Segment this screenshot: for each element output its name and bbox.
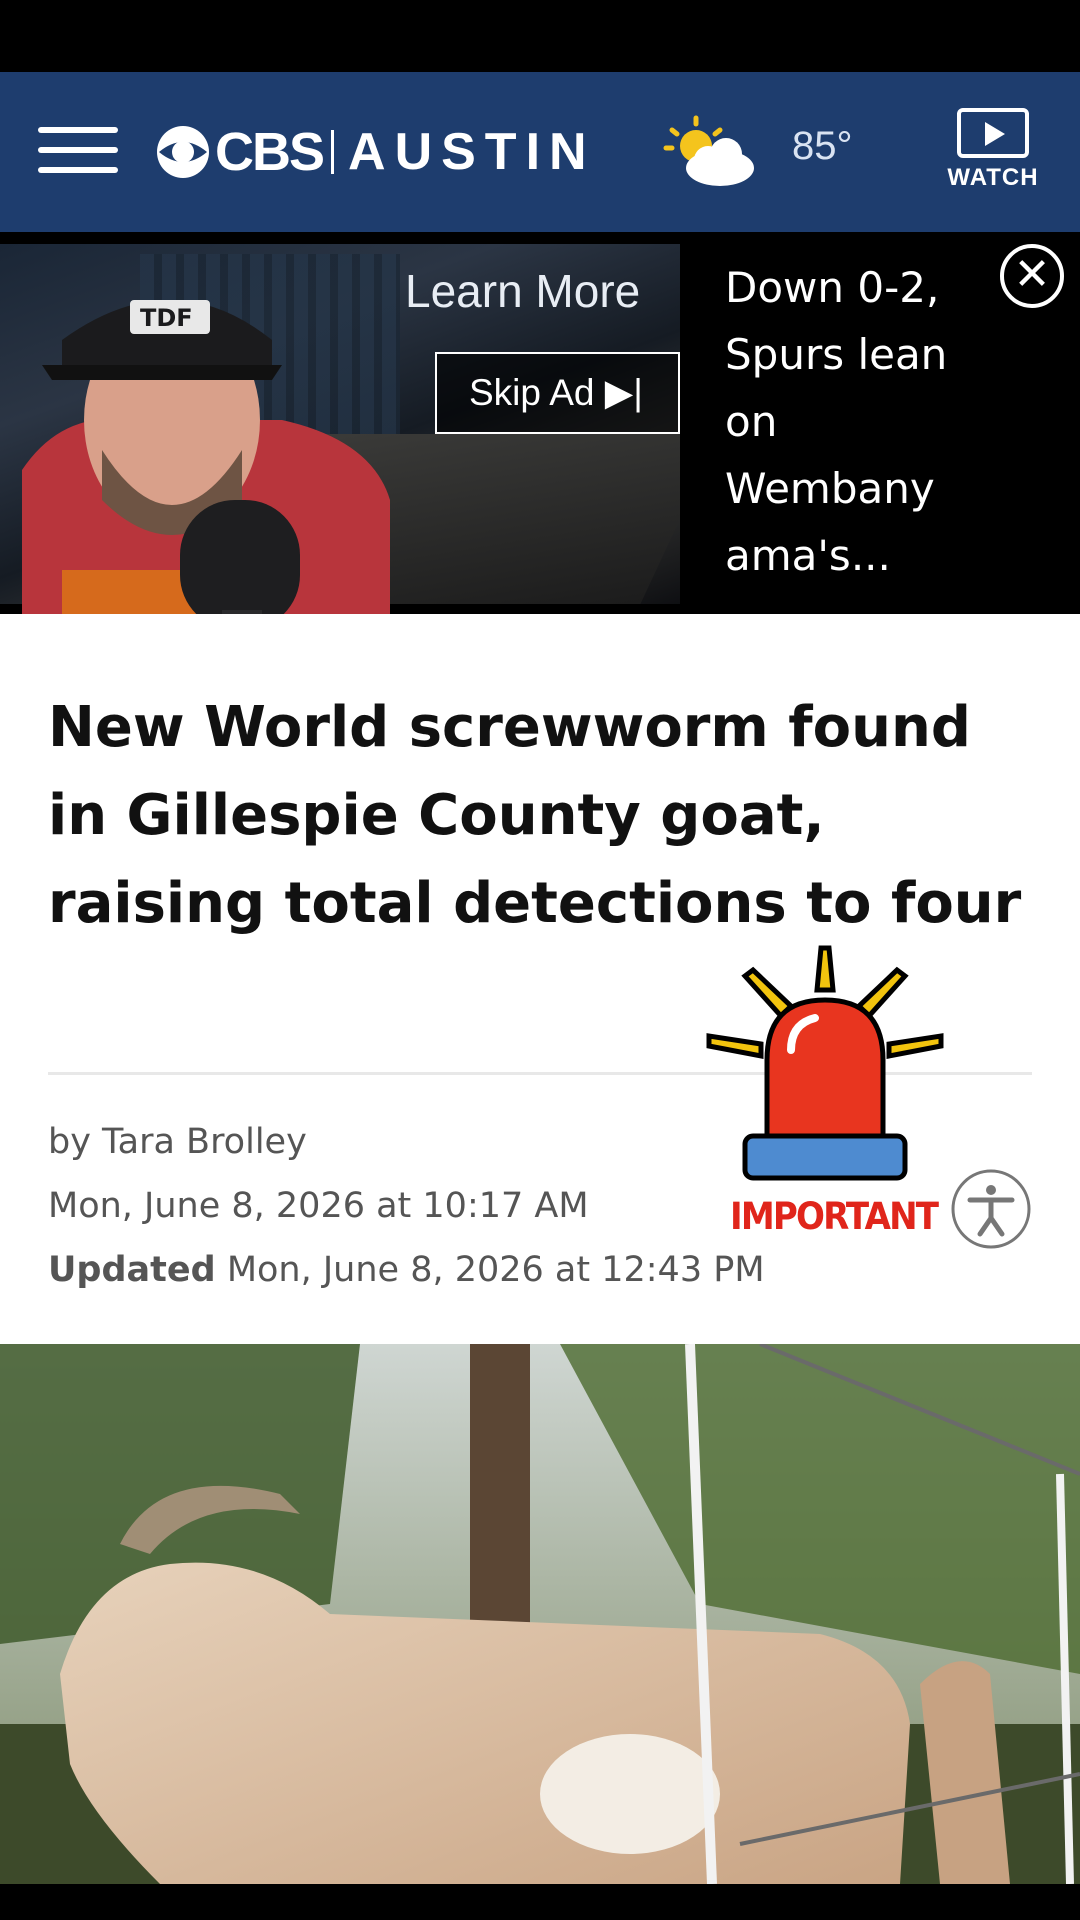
updated-label: Updated (48, 1250, 216, 1290)
alert-siren-icon (706, 945, 944, 1181)
published-date: Mon, June 8, 2026 at 10:17 AM (48, 1186, 589, 1226)
svg-text:TDF: TDF (140, 304, 193, 332)
cbs-eye-icon (157, 126, 209, 178)
updated-value: Mon, June 8, 2026 at 12:43 PM (226, 1250, 765, 1290)
byline[interactable]: by Tara Brolley (48, 1122, 307, 1162)
skip-ad-button[interactable]: Skip Ad ▶| (435, 352, 680, 434)
screen: CBS AUSTIN 85° WATCH Learn More Skip Ad … (0, 0, 1080, 1920)
article-photo[interactable] (0, 1344, 1080, 1884)
brand-divider (331, 130, 335, 174)
site-header: CBS AUSTIN 85° WATCH (0, 72, 1080, 232)
watch-button[interactable]: WATCH (938, 108, 1048, 218)
status-bar (0, 0, 1080, 72)
brand-city: AUSTIN (348, 123, 596, 181)
site-logo[interactable]: CBS AUSTIN (155, 120, 596, 184)
learn-more-link[interactable]: Learn More (405, 264, 640, 318)
partly-sunny-icon[interactable] (660, 112, 760, 192)
ad-headline[interactable]: Down 0-2, Spurs lean on Wembany ama's... (725, 254, 995, 589)
important-label: IMPORTANT (730, 1195, 939, 1238)
brand-cbs: CBS (215, 122, 325, 182)
watch-label: WATCH (947, 164, 1039, 191)
menu-icon[interactable] (38, 127, 118, 179)
temperature[interactable]: 85° (792, 124, 853, 169)
updated-date: Updated Mon, June 8, 2026 at 12:43 PM (48, 1250, 765, 1290)
close-icon[interactable]: ✕ (1000, 244, 1064, 308)
article-headline: New World screwworm found in Gillespie C… (48, 695, 1022, 936)
accessibility-icon[interactable] (950, 1168, 1032, 1250)
nav-bar (0, 1884, 1080, 1920)
play-icon (957, 108, 1029, 158)
